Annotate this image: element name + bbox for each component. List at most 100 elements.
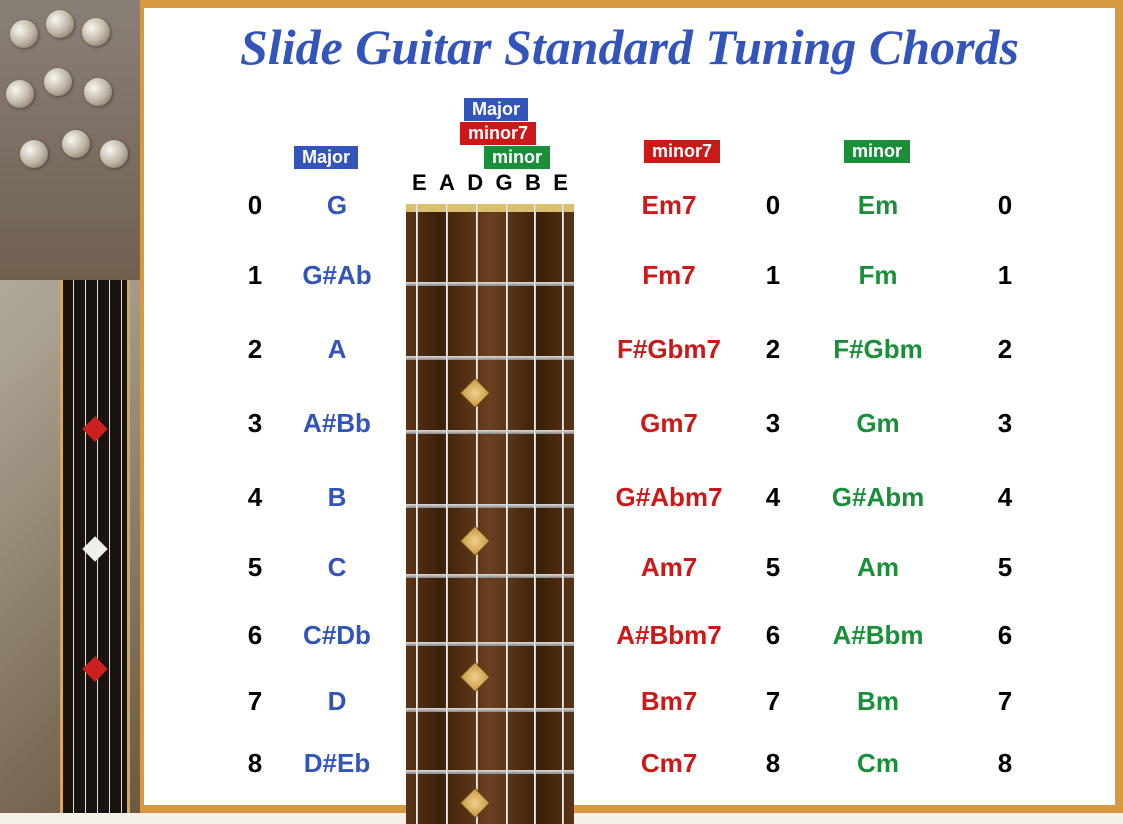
fretboard-inlay-icon bbox=[459, 377, 490, 408]
minor-chord-label: Fm bbox=[798, 258, 958, 292]
string-label: B bbox=[525, 170, 541, 196]
minor7-chord-label: A#Bbm7 bbox=[584, 618, 754, 652]
guitar-string bbox=[506, 204, 508, 824]
minor7-chord-label: Gm7 bbox=[584, 406, 754, 440]
fret-number: 3 bbox=[748, 406, 798, 440]
string-label: E bbox=[553, 170, 568, 196]
fret-wire bbox=[406, 642, 574, 646]
fret-number: 1 bbox=[980, 258, 1030, 292]
fret-number: 8 bbox=[980, 746, 1030, 780]
string-label: A bbox=[439, 170, 455, 196]
tuning-peg-icon bbox=[82, 18, 110, 46]
minor7-chord-label: Cm7 bbox=[584, 746, 754, 780]
fret-number: 4 bbox=[230, 480, 280, 514]
tuning-peg-icon bbox=[62, 130, 90, 158]
minor-chord-label: Am bbox=[798, 550, 958, 584]
minor-chord-label: G#Abm bbox=[798, 480, 958, 514]
guitar-string bbox=[416, 204, 418, 824]
string-label: D bbox=[467, 170, 483, 196]
major-chord-label: D#Eb bbox=[274, 746, 400, 780]
fret-number: 8 bbox=[230, 746, 280, 780]
fret-number: 3 bbox=[980, 406, 1030, 440]
header-minor-stack: minor bbox=[484, 146, 550, 169]
fret-number: 2 bbox=[980, 332, 1030, 366]
fret-number: 5 bbox=[230, 550, 280, 584]
fret-number: 4 bbox=[980, 480, 1030, 514]
major-chord-label: B bbox=[274, 480, 400, 514]
fretboard bbox=[406, 204, 574, 824]
minor-chord-label: Em bbox=[798, 188, 958, 222]
fret-marker-icon bbox=[82, 656, 107, 681]
fretboard-inlay-icon bbox=[459, 661, 490, 692]
minor7-chord-label: Am7 bbox=[584, 550, 754, 584]
string-label: G bbox=[496, 170, 513, 196]
fret-wire bbox=[406, 504, 574, 508]
header-major-stack: Major bbox=[464, 98, 528, 121]
header-major-left: Major bbox=[294, 146, 358, 169]
fret-number: 2 bbox=[748, 332, 798, 366]
fret-number: 1 bbox=[748, 258, 798, 292]
tuning-peg-icon bbox=[46, 10, 74, 38]
fret-number: 2 bbox=[230, 332, 280, 366]
minor-chord-label: F#Gbm bbox=[798, 332, 958, 366]
fret-number: 1 bbox=[230, 258, 280, 292]
tuning-peg-icon bbox=[84, 78, 112, 106]
minor-chord-label: Gm bbox=[798, 406, 958, 440]
fret-wire bbox=[406, 770, 574, 774]
fret-number: 3 bbox=[230, 406, 280, 440]
fret-wire bbox=[406, 574, 574, 578]
fret-number: 6 bbox=[980, 618, 1030, 652]
tuning-peg-icon bbox=[100, 140, 128, 168]
fretboard-inlay-icon bbox=[459, 525, 490, 556]
guitar-string bbox=[562, 204, 564, 824]
tuning-peg-icon bbox=[44, 68, 72, 96]
major-chord-label: D bbox=[274, 684, 400, 718]
fret-marker-icon bbox=[82, 416, 107, 441]
major-chord-label: G#Ab bbox=[274, 258, 400, 292]
string-labels: E A D G B E bbox=[412, 170, 568, 196]
minor7-chord-label: F#Gbm7 bbox=[584, 332, 754, 366]
minor7-chord-label: Em7 bbox=[584, 188, 754, 222]
fret-wire bbox=[406, 430, 574, 434]
header-minor7-stack: minor7 bbox=[460, 122, 536, 145]
fret-number: 6 bbox=[230, 618, 280, 652]
fret-number: 7 bbox=[980, 684, 1030, 718]
fret-wire bbox=[406, 282, 574, 286]
fret-wire bbox=[406, 708, 574, 712]
fret-wire bbox=[406, 356, 574, 360]
header-minor-right: minor bbox=[844, 140, 910, 163]
major-chord-label: A#Bb bbox=[274, 406, 400, 440]
major-chord-label: C#Db bbox=[274, 618, 400, 652]
string-label: E bbox=[412, 170, 427, 196]
fret-number: 5 bbox=[748, 550, 798, 584]
minor7-chord-label: G#Abm7 bbox=[584, 480, 754, 514]
left-guitar-photo bbox=[0, 0, 140, 813]
minor-chord-label: A#Bbm bbox=[798, 618, 958, 652]
fret-number: 8 bbox=[748, 746, 798, 780]
fret-number: 5 bbox=[980, 550, 1030, 584]
tuning-peg-icon bbox=[6, 80, 34, 108]
guitar-string bbox=[446, 204, 448, 824]
fret-number: 7 bbox=[230, 684, 280, 718]
header-minor7-right: minor7 bbox=[644, 140, 720, 163]
minor-chord-label: Bm bbox=[798, 684, 958, 718]
guitar-string bbox=[534, 204, 536, 824]
major-chord-label: A bbox=[274, 332, 400, 366]
major-chord-label: C bbox=[274, 550, 400, 584]
chart-title: Slide Guitar Standard Tuning Chords bbox=[144, 18, 1115, 76]
major-chord-label: G bbox=[274, 188, 400, 222]
page: Slide Guitar Standard Tuning Chords Majo… bbox=[0, 0, 1123, 813]
tuning-peg-icon bbox=[20, 140, 48, 168]
fret-number: 0 bbox=[230, 188, 280, 222]
minor7-chord-label: Bm7 bbox=[584, 684, 754, 718]
guitar-neck bbox=[60, 280, 130, 813]
minor-chord-label: Cm bbox=[798, 746, 958, 780]
minor7-chord-label: Fm7 bbox=[584, 258, 754, 292]
tuning-peg-icon bbox=[10, 20, 38, 48]
fret-marker-icon bbox=[82, 536, 107, 561]
guitar-headstock bbox=[0, 0, 140, 280]
fret-number: 6 bbox=[748, 618, 798, 652]
guitar-string bbox=[476, 204, 478, 824]
fret-number: 0 bbox=[980, 188, 1030, 222]
fret-number: 4 bbox=[748, 480, 798, 514]
